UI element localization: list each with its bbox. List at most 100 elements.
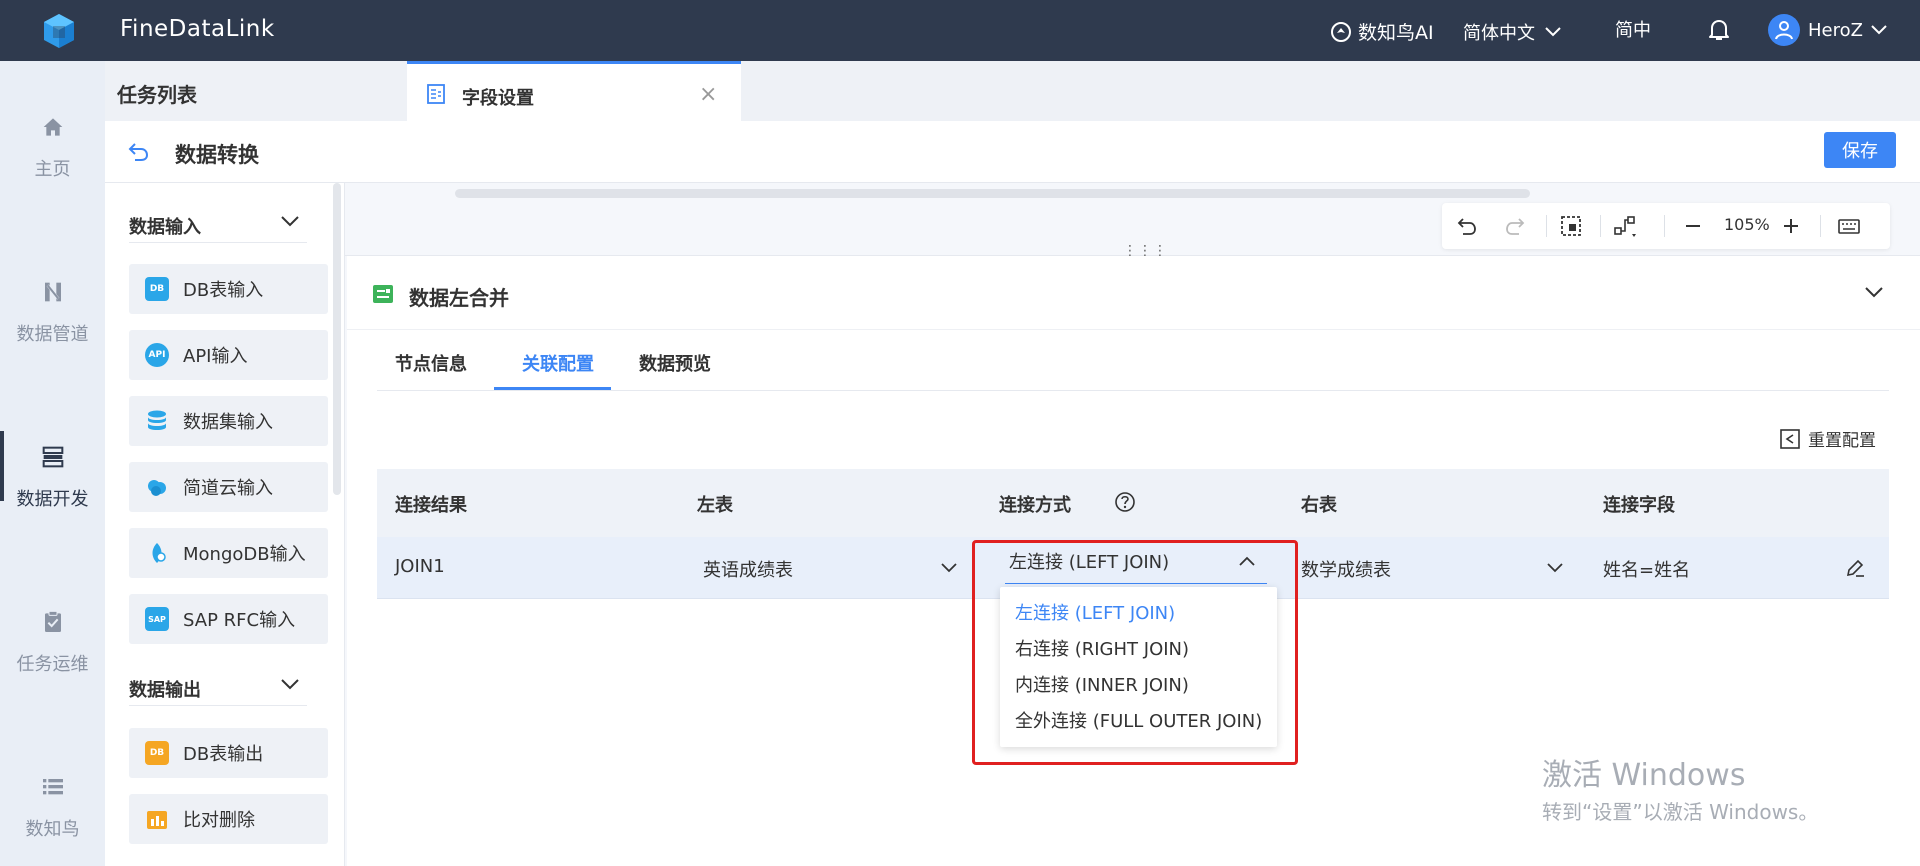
join-type-dropdown: 左连接 (LEFT JOIN) 右连接 (RIGHT JOIN) 内连接 (IN… bbox=[1000, 587, 1277, 747]
nav-item-data-pipeline[interactable]: 数据管道 bbox=[0, 226, 105, 346]
component-label: SAP RFC输入 bbox=[183, 610, 296, 631]
chevron-down-icon bbox=[1547, 563, 1563, 573]
group-title: 数据输出 bbox=[129, 680, 201, 701]
join-table-header: 连接结果 左表 连接方式 右表 连接字段 bbox=[377, 469, 1889, 537]
config-tabs: 节点信息 关联配置 数据预览 bbox=[377, 330, 1889, 391]
layout-connector-icon[interactable] bbox=[1614, 215, 1636, 237]
reset-icon bbox=[1780, 428, 1800, 449]
join-field: 姓名=姓名 bbox=[1603, 560, 1691, 581]
option-inner-join[interactable]: 内连接 (INNER JOIN) bbox=[1015, 671, 1189, 697]
edit-icon[interactable] bbox=[1845, 558, 1865, 578]
sap-icon: SAP bbox=[145, 607, 169, 631]
database-icon bbox=[148, 410, 166, 430]
user-icon bbox=[1775, 21, 1793, 40]
tab-field-settings[interactable]: 字段设置 × bbox=[407, 61, 741, 121]
option-full-outer-join[interactable]: 全外连接 (FULL OUTER JOIN) bbox=[1015, 707, 1262, 733]
reset-label: 重置配置 bbox=[1808, 431, 1876, 451]
toolbar-divider bbox=[1664, 215, 1665, 237]
redo-icon[interactable] bbox=[1504, 215, 1526, 237]
chevron-down-icon bbox=[1545, 27, 1561, 37]
tab-task-list[interactable]: 任务列表 bbox=[117, 79, 197, 108]
nav-item-data-development[interactable]: 数据开发 bbox=[0, 391, 105, 511]
bird-icon bbox=[1331, 21, 1351, 42]
join-type-select[interactable]: 左连接 (LEFT JOIN) bbox=[1005, 536, 1267, 584]
component-api-input[interactable]: API API输入 bbox=[129, 330, 328, 380]
zoom-out-icon[interactable] bbox=[1682, 215, 1704, 237]
column-header: 连接方式 bbox=[999, 495, 1071, 516]
page-header: 数据转换 保存 bbox=[105, 121, 1920, 183]
nav-item-shuzhiniao[interactable]: 数知鸟 bbox=[0, 721, 105, 841]
nav-label: 主页 bbox=[34, 159, 71, 180]
right-table-select[interactable]: 数学成绩表 bbox=[1301, 537, 1571, 599]
component-mongodb-input[interactable]: MongoDB输入 bbox=[129, 528, 328, 578]
home-icon bbox=[43, 118, 62, 136]
language-selector[interactable]: 简体中文 bbox=[1463, 19, 1561, 45]
server-stack-icon bbox=[42, 446, 63, 468]
finedatalink-logo-icon[interactable] bbox=[40, 12, 78, 50]
notification-bell-icon[interactable] bbox=[1708, 18, 1730, 42]
column-header: 连接字段 bbox=[1603, 495, 1675, 516]
compare-delete-icon bbox=[147, 811, 167, 829]
list-icon bbox=[42, 779, 63, 795]
tab-node-info[interactable]: 节点信息 bbox=[395, 350, 467, 376]
chevron-down-icon[interactable] bbox=[1865, 286, 1883, 298]
keyboard-icon[interactable] bbox=[1838, 215, 1860, 237]
component-jiandaoyun-input[interactable]: 简道云输入 bbox=[129, 462, 328, 512]
username: HeroZ bbox=[1808, 19, 1863, 41]
tab-join-config[interactable]: 关联配置 bbox=[522, 350, 594, 376]
option-left-join[interactable]: 左连接 (LEFT JOIN) bbox=[1015, 599, 1175, 625]
component-dataset-input[interactable]: 数据集输入 bbox=[129, 396, 328, 446]
canvas-horizontal-scrollbar[interactable] bbox=[455, 189, 1530, 198]
mongodb-leaf-icon bbox=[152, 543, 166, 563]
join-result: JOIN1 bbox=[395, 556, 445, 577]
nav-item-home[interactable]: 主页 bbox=[0, 61, 105, 181]
component-db-input[interactable]: DB DB表输入 bbox=[129, 264, 328, 314]
join-type-value: 左连接 (LEFT JOIN) bbox=[1009, 552, 1170, 573]
right-table-value: 数学成绩表 bbox=[1301, 560, 1391, 581]
ai-label: 数知鸟AI bbox=[1358, 22, 1434, 44]
back-arrow-icon[interactable] bbox=[127, 139, 151, 163]
component-sap-rfc-input[interactable]: SAP SAP RFC输入 bbox=[129, 594, 328, 644]
fit-view-icon[interactable] bbox=[1560, 215, 1582, 237]
document-icon bbox=[427, 84, 445, 104]
component-compare-delete[interactable]: 比对删除 bbox=[129, 794, 328, 844]
zoom-in-icon[interactable] bbox=[1780, 215, 1802, 237]
simplified-toggle[interactable]: 简中 bbox=[1615, 16, 1651, 42]
group-title: 数据输入 bbox=[129, 217, 201, 238]
db-input-icon: DB bbox=[145, 277, 169, 301]
save-button[interactable]: 保存 bbox=[1824, 132, 1896, 168]
group-data-output[interactable]: 数据输出 bbox=[129, 670, 307, 706]
component-label: DB表输入 bbox=[183, 280, 264, 301]
component-db-output[interactable]: DB DB表输出 bbox=[129, 728, 328, 778]
chevron-up-icon bbox=[1239, 556, 1255, 566]
nav-label: 数据管道 bbox=[16, 324, 89, 345]
nav-item-task-ops[interactable]: 任务运维 bbox=[0, 556, 105, 676]
undo-icon[interactable] bbox=[1456, 215, 1478, 237]
tab-data-preview[interactable]: 数据预览 bbox=[639, 350, 711, 376]
left-table-select[interactable]: 英语成绩表 bbox=[697, 537, 967, 599]
top-bar: FineDataLink 数知鸟AI 简体中文 简中 HeroZ bbox=[0, 0, 1920, 61]
language-label: 简体中文 bbox=[1463, 23, 1535, 44]
component-panel: 数据输入 DB DB表输入 API API输入 数据集输入 简道云输入 Mong… bbox=[105, 183, 345, 866]
toolbar-divider bbox=[1820, 215, 1821, 237]
component-label: DB表输出 bbox=[183, 744, 264, 765]
db-output-icon: DB bbox=[145, 741, 169, 765]
option-right-join[interactable]: 右连接 (RIGHT JOIN) bbox=[1015, 635, 1189, 661]
reset-config-button[interactable]: 重置配置 bbox=[1780, 426, 1876, 451]
ai-assistant-button[interactable]: 数知鸟AI bbox=[1330, 18, 1434, 45]
user-menu[interactable]: HeroZ bbox=[1768, 14, 1887, 46]
nav-label: 数知鸟 bbox=[25, 819, 80, 840]
close-icon[interactable]: × bbox=[699, 82, 717, 107]
column-header: 右表 bbox=[1301, 495, 1337, 516]
avatar bbox=[1768, 14, 1800, 46]
watermark-line1: 激活 Windows bbox=[1542, 758, 1746, 793]
column-header: 连接结果 bbox=[395, 495, 467, 516]
zoom-level: 105% bbox=[1724, 215, 1770, 234]
left-navigation: 主页 数据管道 数据开发 任务运维 数知鸟 bbox=[0, 61, 105, 866]
help-icon[interactable] bbox=[1114, 491, 1136, 513]
chevron-down-icon bbox=[1871, 25, 1887, 35]
group-data-input[interactable]: 数据输入 bbox=[129, 207, 307, 243]
node-title: 数据左合并 bbox=[409, 286, 509, 310]
clipboard-check-icon bbox=[44, 610, 61, 632]
panel-scrollbar[interactable] bbox=[333, 183, 341, 495]
